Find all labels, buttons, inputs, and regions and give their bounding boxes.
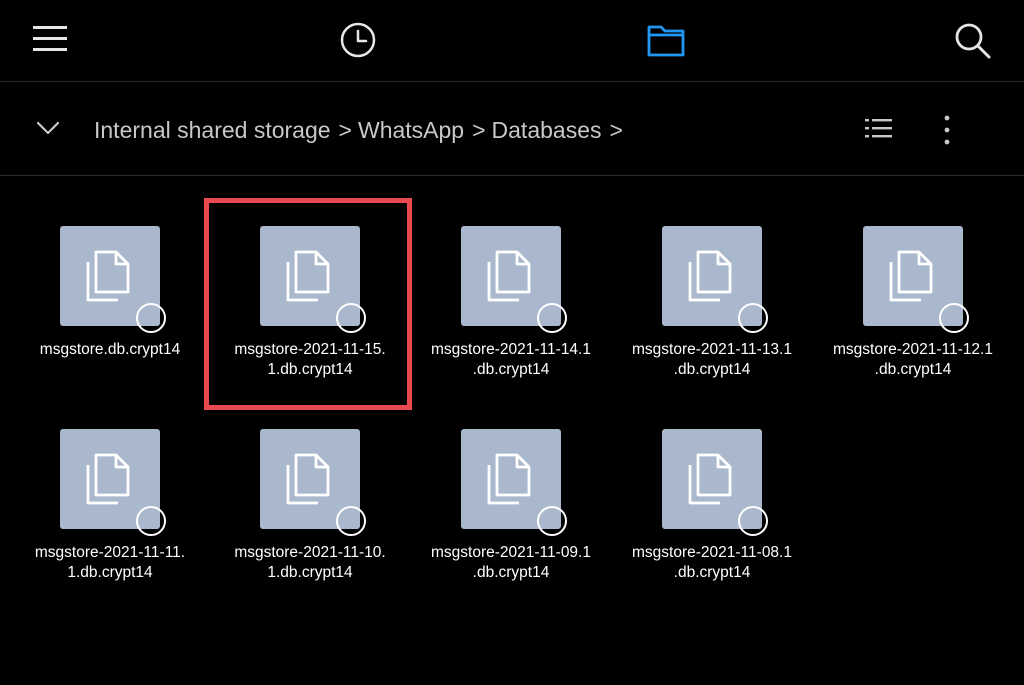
breadcrumb-item-databases[interactable]: Databases	[492, 117, 602, 144]
file-item[interactable]: msgstore-2021-11-08.1 .db.crypt14	[612, 429, 812, 629]
file-item[interactable]: msgstore-2021-11-10. 1.db.crypt14	[210, 429, 410, 629]
file-grid: msgstore.db.crypt14 msgstore-2021-11-15.…	[0, 176, 1024, 685]
file-item[interactable]: msgstore-2021-11-09.1 .db.crypt14	[411, 429, 611, 629]
file-name: msgstore.db.crypt14	[39, 341, 181, 358]
list-view-icon[interactable]	[864, 116, 894, 144]
file-thumbnail	[863, 226, 969, 333]
file-thumbnail	[461, 226, 567, 333]
breadcrumb-bar: Internal shared storage > WhatsApp > Dat…	[0, 82, 1024, 176]
chevron-down-icon[interactable]	[36, 120, 60, 136]
file-icon	[86, 453, 130, 505]
selection-checkbox[interactable]	[738, 506, 768, 536]
file-name: msgstore-2021-11-10. 1.db.crypt14	[234, 544, 386, 581]
breadcrumb: Internal shared storage > WhatsApp > Dat…	[94, 115, 629, 145]
file-icon	[286, 250, 330, 302]
file-icon	[889, 250, 933, 302]
selection-checkbox[interactable]	[939, 303, 969, 333]
file-thumbnail	[662, 226, 768, 333]
file-item[interactable]: msgstore-2021-11-12.1 .db.crypt14	[813, 226, 1013, 426]
file-name: msgstore-2021-11-12.1 .db.crypt14	[833, 341, 993, 378]
file-item[interactable]: msgstore-2021-11-11. 1.db.crypt14	[10, 429, 210, 629]
file-thumbnail	[461, 429, 567, 536]
file-item[interactable]: msgstore-2021-11-14.1 .db.crypt14	[411, 226, 611, 426]
file-thumbnail	[662, 429, 768, 536]
selection-checkbox[interactable]	[537, 506, 567, 536]
breadcrumb-separator: >	[472, 116, 486, 143]
selection-checkbox[interactable]	[738, 303, 768, 333]
file-name: msgstore-2021-11-14.1 .db.crypt14	[431, 341, 591, 378]
file-thumbnail	[260, 226, 366, 333]
search-icon[interactable]	[954, 22, 992, 60]
recent-clock-icon[interactable]	[339, 21, 377, 59]
file-name: msgstore-2021-11-15. 1.db.crypt14	[234, 341, 386, 378]
file-item[interactable]: msgstore-2021-11-13.1 .db.crypt14	[612, 226, 812, 426]
breadcrumb-item-internal-storage[interactable]: Internal shared storage	[94, 117, 331, 144]
file-name: msgstore-2021-11-11. 1.db.crypt14	[34, 544, 186, 581]
file-item[interactable]: msgstore-2021-11-15. 1.db.crypt14	[210, 226, 410, 426]
breadcrumb-item-whatsapp[interactable]: WhatsApp	[358, 117, 464, 144]
file-icon	[286, 453, 330, 505]
file-thumbnail	[60, 429, 166, 536]
hamburger-menu-icon[interactable]	[32, 22, 68, 56]
file-icon	[86, 250, 130, 302]
file-name: msgstore-2021-11-13.1 .db.crypt14	[632, 341, 792, 378]
selection-checkbox[interactable]	[336, 506, 366, 536]
selection-checkbox[interactable]	[136, 506, 166, 536]
file-icon	[487, 453, 531, 505]
file-name: msgstore-2021-11-09.1 .db.crypt14	[431, 544, 591, 581]
more-options-icon[interactable]	[941, 114, 953, 146]
file-icon	[688, 453, 732, 505]
selection-checkbox[interactable]	[336, 303, 366, 333]
file-item[interactable]: msgstore.db.crypt14	[10, 226, 210, 426]
selection-checkbox[interactable]	[537, 303, 567, 333]
breadcrumb-separator: >	[609, 116, 623, 143]
file-name: msgstore-2021-11-08.1 .db.crypt14	[632, 544, 792, 581]
folder-icon[interactable]	[646, 21, 686, 59]
selection-checkbox[interactable]	[136, 303, 166, 333]
file-thumbnail	[60, 226, 166, 333]
top-app-bar	[0, 0, 1024, 82]
file-icon	[688, 250, 732, 302]
file-thumbnail	[260, 429, 366, 536]
file-icon	[487, 250, 531, 302]
breadcrumb-separator: >	[338, 116, 352, 143]
